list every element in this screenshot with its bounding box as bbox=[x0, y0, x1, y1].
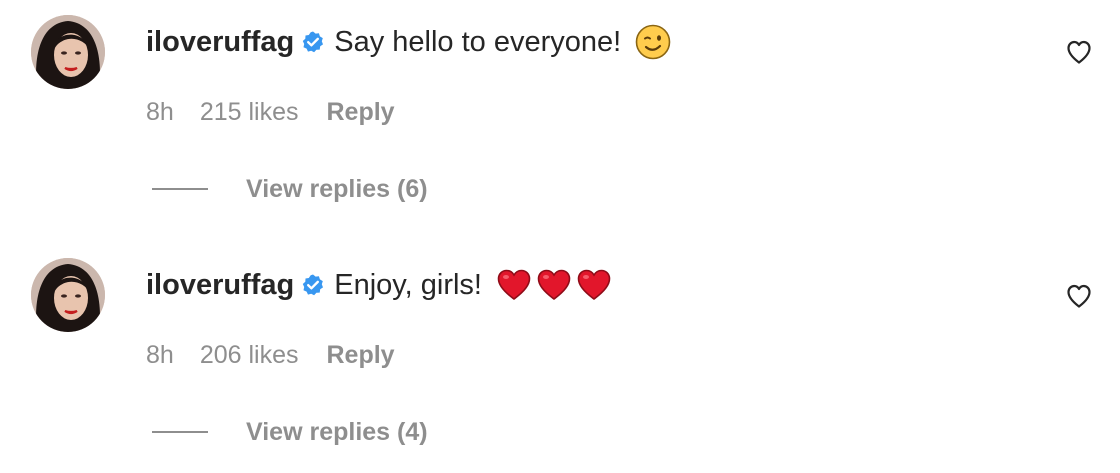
comment-body: iloveruffag Enjoy, girls! bbox=[146, 265, 616, 305]
avatar-image bbox=[31, 258, 105, 332]
replies-divider bbox=[152, 188, 208, 190]
username-link[interactable]: iloveruffag bbox=[146, 26, 294, 59]
view-replies-button[interactable]: View replies (6) bbox=[152, 172, 428, 206]
username-link[interactable]: iloveruffag bbox=[146, 269, 294, 302]
comment-item: iloveruffag Enjoy, girls! 8h 206 likes R… bbox=[0, 243, 1120, 473]
comment-meta: 8h 206 likes Reply bbox=[146, 338, 395, 372]
comment-item: iloveruffag Say hello to everyone! 8h 21… bbox=[0, 0, 1120, 230]
verified-badge-icon bbox=[301, 30, 325, 54]
verified-badge-icon bbox=[301, 273, 325, 297]
heart-outline-icon[interactable] bbox=[1064, 281, 1094, 311]
comment-meta: 8h 215 likes Reply bbox=[146, 95, 395, 129]
avatar[interactable] bbox=[31, 15, 105, 89]
reply-button[interactable]: Reply bbox=[326, 98, 394, 127]
comment-body: iloveruffag Say hello to everyone! bbox=[146, 22, 671, 62]
red-heart-icon bbox=[537, 269, 571, 301]
view-replies-label: View replies (6) bbox=[246, 174, 428, 203]
red-heart-icon bbox=[497, 269, 531, 301]
view-replies-button[interactable]: View replies (4) bbox=[152, 415, 428, 449]
comment-text: Enjoy, girls! bbox=[334, 268, 482, 301]
avatar[interactable] bbox=[31, 258, 105, 332]
likes-count[interactable]: 215 likes bbox=[200, 98, 299, 127]
reply-button[interactable]: Reply bbox=[326, 341, 394, 370]
red-heart-icon bbox=[577, 269, 611, 301]
replies-divider bbox=[152, 431, 208, 433]
red-heart-icons bbox=[496, 268, 616, 302]
likes-count[interactable]: 206 likes bbox=[200, 341, 299, 370]
view-replies-label: View replies (4) bbox=[246, 417, 428, 446]
timestamp[interactable]: 8h bbox=[146, 98, 174, 127]
heart-outline-icon[interactable] bbox=[1064, 37, 1094, 67]
comment-text: Say hello to everyone! bbox=[334, 25, 622, 58]
wink-face-icon bbox=[635, 24, 671, 60]
timestamp[interactable]: 8h bbox=[146, 341, 174, 370]
avatar-image bbox=[31, 15, 105, 89]
